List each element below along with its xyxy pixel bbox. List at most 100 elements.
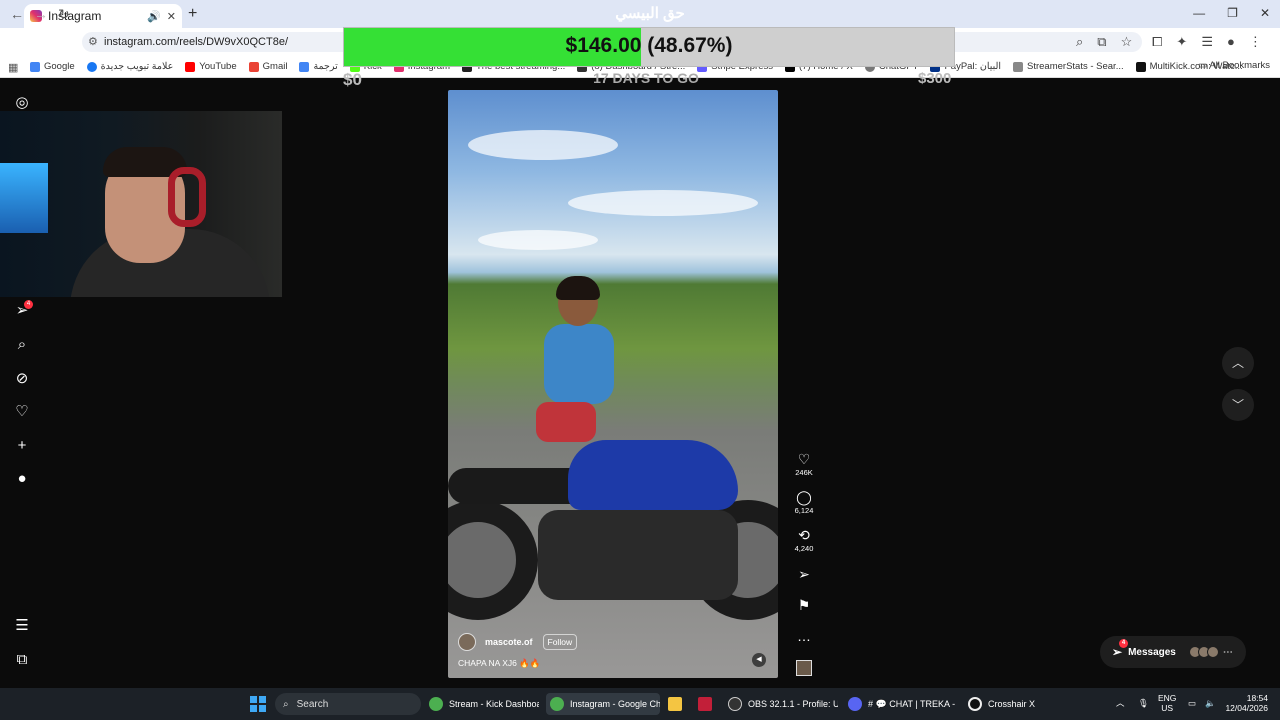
reel-video[interactable] — [448, 90, 778, 678]
taskbar-search[interactable]: ⌕ Search — [275, 693, 421, 715]
mute-icon[interactable]: ◀ — [752, 653, 766, 667]
heart-icon[interactable]: ♡ — [13, 403, 31, 421]
clock[interactable]: 18:54 12/04/2026 — [1224, 693, 1268, 713]
messages-label: Messages — [1128, 646, 1176, 658]
apps-grid-icon[interactable]: ▦ — [8, 61, 18, 74]
restore-icon[interactable]: ❐ — [1227, 6, 1238, 20]
author-avatar[interactable] — [458, 633, 476, 651]
profile-avatar-icon[interactable]: ● — [1227, 34, 1235, 50]
reload-icon[interactable]: ↻ — [58, 6, 70, 23]
window-controls: — ❐ ✕ — [1193, 6, 1270, 20]
bookmark-item[interactable]: ترجمة — [299, 61, 338, 72]
taskbar-item-app[interactable] — [698, 693, 714, 715]
app-icon — [698, 697, 712, 711]
facebook-icon — [86, 61, 97, 72]
create-plus-icon[interactable]: + — [13, 437, 31, 455]
zoom-icon[interactable]: ⌕ — [1076, 34, 1083, 50]
volume-icon[interactable]: 🔈 — [1205, 698, 1216, 708]
screen: Instagram 🔊 ✕ + — ❐ ✕ ← → ↻ ⚙ instagram.… — [0, 0, 1280, 720]
audio-cover-icon — [796, 660, 812, 676]
taskbar-item-obs[interactable]: OBS 32.1.1 - Profile: Unti — [728, 693, 838, 715]
repost-count: 4,240 — [794, 544, 814, 553]
forward-icon[interactable]: → — [34, 6, 48, 22]
previous-reel-button[interactable]: ︿ — [1222, 347, 1254, 379]
rider-hair — [556, 276, 600, 300]
close-tab-icon[interactable]: ✕ — [167, 10, 176, 23]
save-button[interactable]: ⚑ — [793, 597, 815, 613]
bike-engine — [538, 510, 738, 600]
more-menu-icon[interactable]: ☰ — [13, 617, 31, 635]
explore-compass-icon[interactable]: ⊘ — [13, 370, 31, 388]
notifications-badge: 4 — [24, 300, 33, 309]
youtube-icon — [185, 61, 196, 72]
author-username[interactable]: mascote.of — [485, 637, 533, 647]
close-window-icon[interactable]: ✕ — [1260, 6, 1270, 20]
address-bar-actions: ⌕ ⧉ ☆ — [1076, 34, 1132, 50]
rider-shorts — [536, 402, 596, 442]
more-options-button[interactable]: … — [793, 628, 815, 644]
follow-button[interactable]: Follow — [542, 634, 578, 650]
goal-start-amount: $0 — [343, 70, 362, 89]
next-reel-button[interactable]: ﹀ — [1222, 389, 1254, 421]
speaker-icon[interactable]: 🔊 — [147, 10, 161, 23]
taskbar-item-crosshair[interactable]: Crosshair X — [968, 693, 1058, 715]
rider-shirt — [544, 324, 614, 404]
bookmark-item[interactable]: Google — [30, 61, 75, 72]
also-from-meta-icon[interactable]: ⧉ — [13, 651, 31, 669]
messages-button[interactable]: ➢ 4 Messages ⋯ — [1100, 636, 1246, 668]
motorcycle — [448, 440, 778, 620]
windows-start-icon[interactable] — [250, 696, 266, 712]
taskbar-item-instagram[interactable]: Instagram - Google Chr — [546, 693, 660, 715]
taskbar-item-kick-dashboard[interactable]: Stream - Kick Dashboard — [429, 693, 539, 715]
instagram-logo-icon[interactable]: ◎ — [13, 94, 31, 112]
site-info-icon[interactable]: ⚙ — [88, 35, 98, 48]
messages-badge: 4 — [1119, 639, 1128, 648]
google-icon — [30, 61, 40, 72]
bookmark-item[interactable]: علامة تبويب جديدة — [86, 61, 173, 72]
profile-avatar[interactable]: ● — [13, 470, 31, 488]
chrome-icon — [429, 697, 443, 711]
extension-actions: ⧠ ✦ ☰ ● ⋮ — [1152, 34, 1262, 50]
extension-icon[interactable]: ⧠ — [1152, 34, 1162, 50]
menu-icon[interactable]: ⋮ — [1249, 34, 1262, 50]
taskbar-item-discord[interactable]: # 💬 CHAT | TREKA - Di — [848, 693, 958, 715]
bookmark-item[interactable]: YouTube — [185, 61, 237, 72]
tab-search-icon[interactable]: ☰ — [1201, 34, 1213, 50]
cast-icon[interactable]: ⧉ — [1097, 34, 1106, 50]
cloud — [568, 190, 758, 216]
taskbar-item-file-explorer[interactable] — [668, 693, 684, 715]
new-tab-button[interactable]: + — [188, 5, 197, 23]
minimize-icon[interactable]: — — [1193, 6, 1205, 20]
cloud — [468, 130, 618, 160]
bookmark-item[interactable]: StreamerStats - Sear... — [1013, 61, 1124, 72]
microphone-icon[interactable]: 🎙 — [1138, 698, 1149, 708]
discord-icon — [848, 697, 862, 711]
like-count: 246K — [795, 468, 813, 477]
bookmark-star-icon[interactable]: ☆ — [1121, 34, 1133, 50]
puzzle-icon[interactable]: ✦ — [1176, 34, 1187, 50]
reel-caption: CHAPA NA XJ6 🔥🔥 — [458, 658, 541, 668]
more-dots-icon: ⋯ — [1222, 646, 1233, 658]
crosshair-icon — [968, 697, 982, 711]
search-icon: ⌕ — [283, 698, 289, 710]
repost-icon: ⟲ — [798, 527, 810, 543]
all-bookmarks-button[interactable]: ▭ All Bookmarks — [1198, 60, 1270, 71]
like-button[interactable]: ♡ 246K — [793, 451, 815, 477]
share-button[interactable]: ➢ — [793, 566, 815, 582]
network-icon[interactable]: ▭ — [1188, 698, 1196, 708]
message-avatars — [1188, 646, 1219, 658]
tray-overflow-icon[interactable]: ︿ — [1116, 698, 1125, 708]
comment-button[interactable]: ◯ 6,124 — [793, 489, 815, 515]
search-icon[interactable]: ⌕ — [13, 336, 31, 354]
goal-days-left: 17 DAYS TO GO — [593, 70, 699, 86]
repost-button[interactable]: ⟲ 4,240 — [793, 527, 815, 553]
send-icon: ➢ — [798, 566, 810, 582]
back-icon[interactable]: ← — [10, 6, 24, 22]
audio-thumbnail[interactable] — [793, 660, 815, 676]
bookmark-item[interactable]: Gmail — [248, 61, 287, 72]
language-indicator[interactable]: ENG US — [1158, 693, 1176, 713]
chrome-icon — [550, 697, 564, 711]
messenger-icon: ➢ 4 — [1112, 639, 1128, 659]
search-label: Search — [296, 698, 329, 710]
obs-icon — [728, 697, 742, 711]
